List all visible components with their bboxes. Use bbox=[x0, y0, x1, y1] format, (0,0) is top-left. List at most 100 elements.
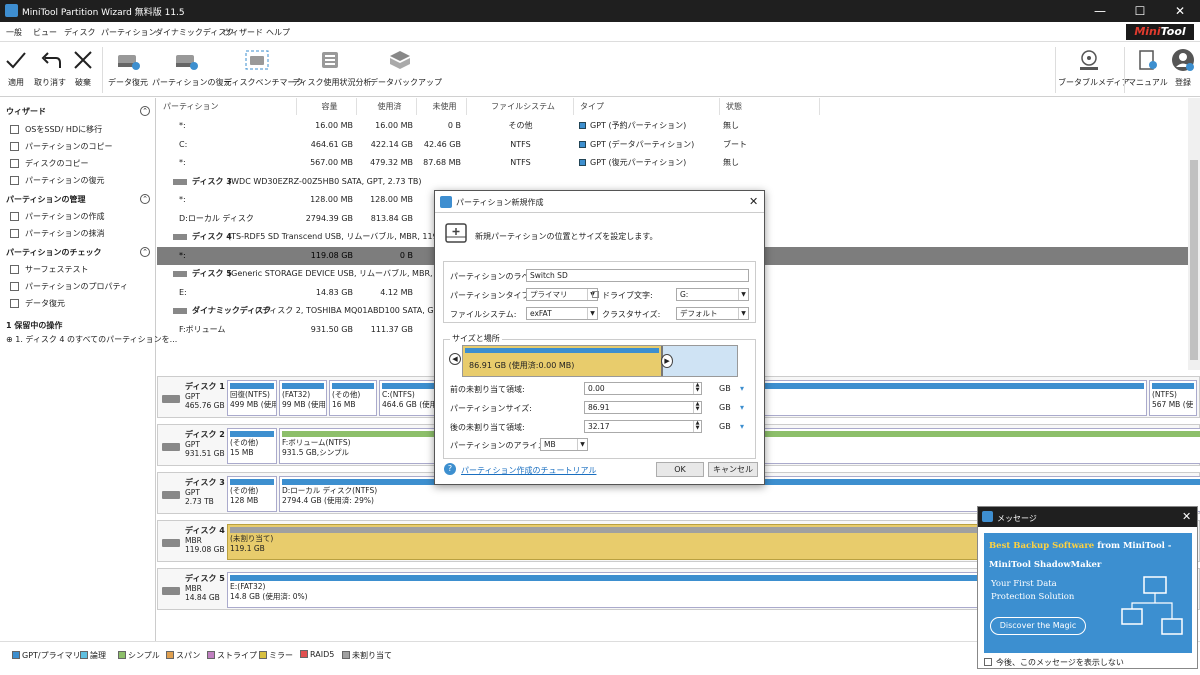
col-partition[interactable]: パーティション bbox=[157, 98, 297, 115]
col-used[interactable]: 使用済 bbox=[357, 98, 417, 115]
resize-handle-icon[interactable]: ▶ bbox=[661, 354, 674, 368]
message-close-icon[interactable]: ✕ bbox=[1182, 510, 1191, 523]
after-unallocated-input[interactable]: 32.17 ▲ ▼ bbox=[584, 420, 702, 433]
partition-block[interactable]: (その他) 15 MB bbox=[227, 428, 277, 464]
partition-row[interactable]: *: 16.00 MB 16.00 MB 0 B その他 GPT (予約パーティション) 無… bbox=[157, 117, 1188, 135]
partition-row[interactable]: C: 464.61 GB 422.14 GB 42.46 GB NTFS GPT (データ… bbox=[157, 136, 1188, 154]
disk-map-name: ディスク 3 bbox=[185, 478, 225, 487]
sidebar-item-surface-test[interactable]: サーフェステスト bbox=[25, 264, 89, 275]
partition-size-slider[interactable]: 86.91 GB (使用済:0.00 MB) ▶ bbox=[462, 345, 738, 377]
unit-dropdown-icon[interactable]: ▾ bbox=[740, 384, 744, 393]
col-type[interactable]: タイプ bbox=[574, 98, 720, 115]
collapse-icon[interactable]: ⌃ bbox=[140, 106, 150, 116]
partition-row[interactable]: *: 567.00 MB 479.32 MB 87.68 MB NTFS GPT (復元パ… bbox=[157, 154, 1188, 172]
sidebar-item-copy-disk[interactable]: ディスクのコピー bbox=[25, 158, 88, 169]
close-button[interactable]: ✕ bbox=[1160, 0, 1200, 22]
pending-operation[interactable]: ⊕ 1. ディスク 4 のすべてのパーティションを... bbox=[6, 334, 177, 345]
partition-size: 15 MB bbox=[230, 448, 254, 457]
col-unused[interactable]: 未使用 bbox=[417, 98, 467, 115]
legend-item: シンプル bbox=[118, 650, 160, 661]
apply-button[interactable]: 適用 bbox=[2, 43, 30, 97]
help-icon: ? bbox=[444, 463, 456, 475]
menu-view[interactable]: ビュー bbox=[33, 27, 57, 38]
drive-letter-select[interactable]: G: ▼ bbox=[676, 288, 749, 301]
partition-type-select[interactable]: プライマリ ▼ bbox=[526, 288, 598, 301]
before-unallocated-input[interactable]: 0.00 ▲ ▼ bbox=[584, 382, 702, 395]
dont-show-checkbox[interactable] bbox=[984, 658, 992, 666]
sidebar-item-partition-recovery[interactable]: パーティションの復元 bbox=[25, 175, 105, 186]
col-filesystem[interactable]: ファイルシステム bbox=[467, 98, 574, 115]
disk-map-name: ディスク 4 bbox=[185, 526, 225, 535]
partition-size-input[interactable]: 86.91 ▲ ▼ bbox=[584, 401, 702, 414]
register-button[interactable]: 登録 bbox=[1168, 43, 1198, 97]
menu-general[interactable]: 一般 bbox=[6, 27, 22, 38]
partition-size: 16 MB bbox=[332, 400, 356, 409]
partition-block[interactable]: (NTFS) 567 MB (使 bbox=[1149, 380, 1197, 416]
disk-map-name: ディスク 1 bbox=[185, 382, 225, 391]
sidebar-item-properties[interactable]: パーティションのプロパティ bbox=[25, 281, 128, 292]
partition-block[interactable]: (その他) 128 MB bbox=[227, 476, 277, 512]
backup-button[interactable]: データバックアップ bbox=[370, 43, 442, 97]
sidebar-item-create-partition[interactable]: パーティションの作成 bbox=[25, 211, 105, 222]
maximize-button[interactable]: ☐ bbox=[1120, 0, 1160, 22]
partition-block[interactable]: E:(FAT32) 14.8 GB (使用済: 0%) bbox=[227, 572, 1037, 608]
legend-swatch-icon bbox=[207, 651, 215, 659]
alignment-select[interactable]: MB ▼ bbox=[540, 438, 588, 451]
data-recovery-button[interactable]: データ復元 bbox=[106, 43, 150, 97]
disk-header-row[interactable]: ディスク 3 (WDC WD30EZRZ-00Z5HB0 SATA, GPT, 2… bbox=[157, 173, 1188, 191]
partition-block[interactable]: (その他) 16 MB bbox=[329, 380, 377, 416]
unit-dropdown-icon[interactable]: ▾ bbox=[740, 422, 744, 431]
collapse-icon[interactable]: ⌃ bbox=[140, 247, 150, 257]
chevron-down-icon: ▼ bbox=[738, 308, 748, 319]
partition-label-input[interactable]: Switch SD bbox=[526, 269, 749, 282]
disk-benchmark-button[interactable]: ディスクベンチマーク bbox=[224, 43, 303, 97]
move-left-icon[interactable]: ◀ bbox=[449, 353, 461, 365]
sidebar-item-copy-partition[interactable]: パーティションのコピー bbox=[25, 141, 113, 152]
unit-dropdown-icon[interactable]: ▾ bbox=[740, 403, 744, 412]
message-titlebar: メッセージ ✕ bbox=[978, 507, 1197, 527]
disk-map-header: ディスク 4 MBR 119.08 GB bbox=[162, 525, 226, 561]
bootable-media-button[interactable]: ブータブルメディア bbox=[1058, 43, 1130, 97]
partition-block[interactable]: (未割り当て) 119.1 GB bbox=[227, 524, 1027, 560]
menu-disk[interactable]: ディスク bbox=[64, 27, 95, 38]
before-label: 前の未割り当て領域: bbox=[450, 385, 525, 394]
dialog-close-icon[interactable]: ✕ bbox=[749, 195, 758, 208]
filesystem-select[interactable]: exFAT ▼ bbox=[526, 307, 598, 320]
cell-name: *: bbox=[179, 250, 186, 260]
menu-wizard[interactable]: ウィザード bbox=[223, 27, 263, 38]
menu-bar: 一般 ビュー ディスク パーティション ダイナミックディスク ウィザード ヘルプ bbox=[0, 22, 1200, 42]
partition-block[interactable]: (FAT32) 99 MB (使用 bbox=[279, 380, 327, 416]
menu-partition[interactable]: パーティション bbox=[101, 27, 157, 38]
manual-button[interactable]: マニュアル bbox=[1128, 43, 1168, 97]
partition-size: 14.8 GB (使用済: 0%) bbox=[230, 592, 308, 601]
discard-button[interactable]: 破棄 bbox=[70, 43, 96, 97]
bootable-media-label: ブータブルメディア bbox=[1058, 78, 1130, 87]
tutorial-link[interactable]: パーティション作成のチュートリアル bbox=[461, 465, 596, 476]
type-checkbox[interactable] bbox=[592, 291, 599, 298]
col-capacity[interactable]: 容量 bbox=[297, 98, 357, 115]
sidebar-item-wipe-partition[interactable]: パーティションの抹消 bbox=[25, 228, 105, 239]
partition-block[interactable]: 回復(NTFS) 499 MB (使用 bbox=[227, 380, 277, 416]
sidebar-item-data-recovery[interactable]: データ復元 bbox=[25, 298, 65, 309]
type-color-icon bbox=[579, 122, 586, 129]
discover-button[interactable]: Discover the Magic bbox=[990, 617, 1086, 635]
collapse-icon[interactable]: ⌃ bbox=[140, 194, 150, 204]
legend-item: 未割り当て bbox=[342, 650, 392, 661]
manage-header: パーティションの管理 bbox=[6, 195, 86, 204]
legend-item: スパン bbox=[166, 650, 200, 661]
menu-help[interactable]: ヘルプ bbox=[266, 27, 290, 38]
space-analyzer-button[interactable]: ディスク使用状況分析 bbox=[292, 43, 371, 97]
vertical-scrollbar[interactable] bbox=[1188, 98, 1200, 370]
disk-description: (WDC WD30EZRZ-00Z5HB0 SATA, GPT, 2.73 TB… bbox=[228, 176, 422, 186]
minimize-button[interactable]: — bbox=[1080, 0, 1120, 22]
cluster-size-select[interactable]: デフォルト ▼ bbox=[676, 307, 749, 320]
partition-recovery-button[interactable]: パーティションの復元 bbox=[152, 43, 232, 97]
cancel-button[interactable]: キャンセル bbox=[708, 462, 758, 477]
ok-button[interactable]: OK bbox=[656, 462, 704, 477]
col-status[interactable]: 状態 bbox=[720, 98, 820, 115]
promo-banner[interactable]: Best Backup Software from MiniTool - Min… bbox=[984, 533, 1192, 653]
type-color-icon bbox=[579, 140, 586, 148]
undo-button[interactable]: 取り消す bbox=[34, 43, 66, 97]
undo-label: 取り消す bbox=[34, 78, 66, 87]
sidebar-item-migrate-os[interactable]: OSをSSD/ HDに移行 bbox=[25, 124, 102, 135]
